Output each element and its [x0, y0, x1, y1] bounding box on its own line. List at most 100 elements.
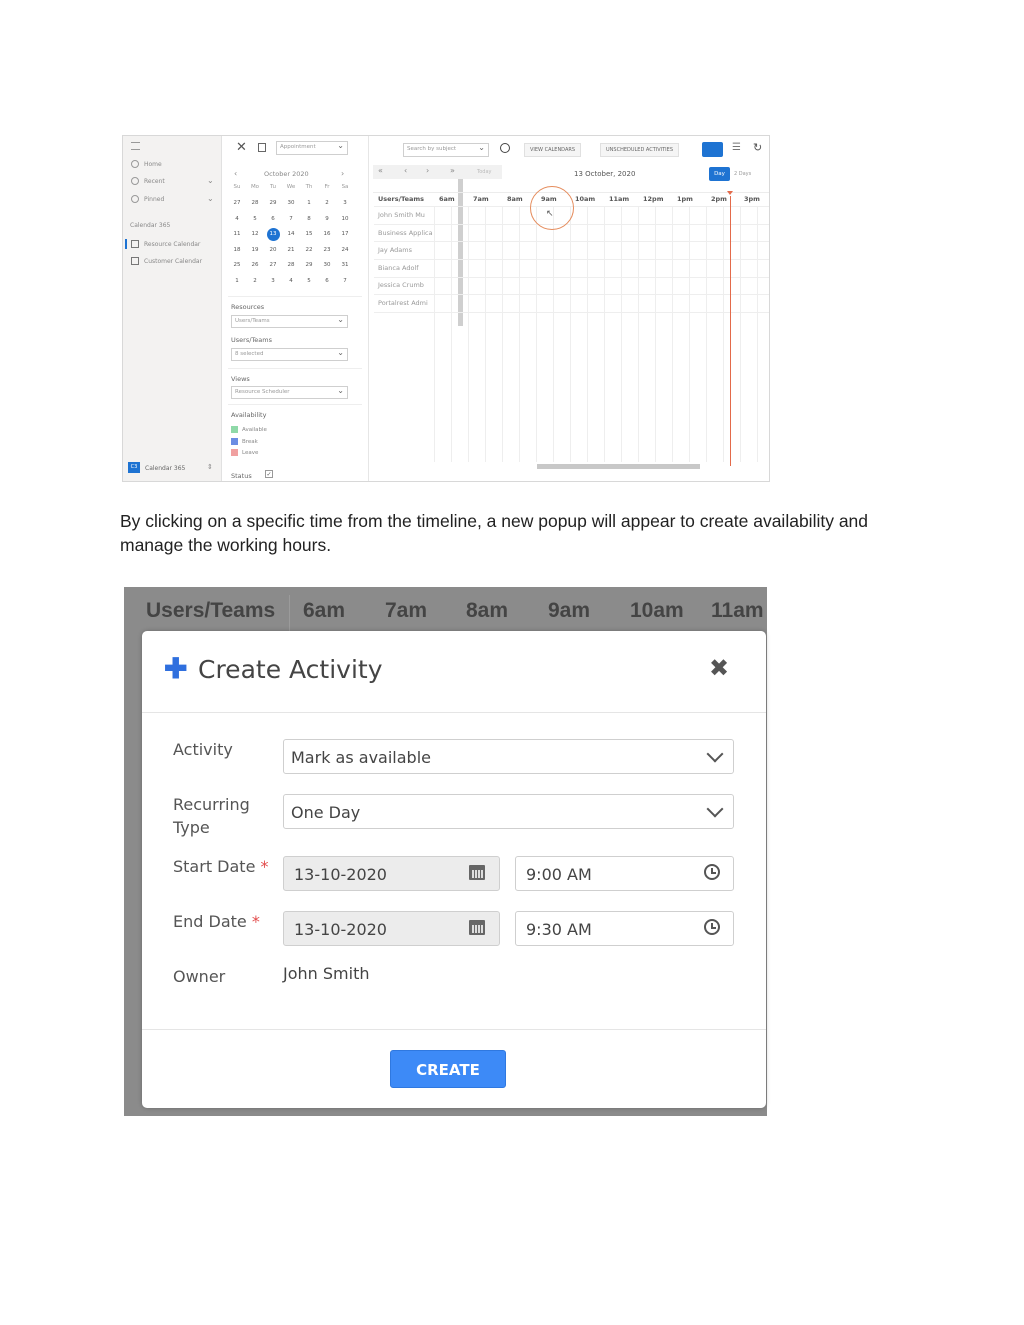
search-input[interactable]: Search by subject: [403, 143, 489, 157]
close-icon[interactable]: ✖: [709, 656, 729, 682]
prev-month-icon[interactable]: ‹: [234, 169, 237, 178]
clock-icon[interactable]: [704, 919, 720, 935]
chevron-down-icon: [706, 745, 724, 763]
start-date-input[interactable]: 13-10-2020: [283, 856, 500, 891]
status-checkbox[interactable]: ✓: [265, 470, 273, 478]
calendar-day[interactable]: 16: [318, 231, 336, 237]
grid-column-line: [434, 206, 435, 462]
search-icon[interactable]: [500, 143, 510, 153]
resources-select[interactable]: Users/Teams: [231, 315, 348, 328]
activity-select[interactable]: Mark as available: [283, 739, 734, 774]
view-calendars-button[interactable]: VIEW CALENDARS: [524, 143, 582, 157]
entity-select[interactable]: Appointment: [276, 141, 348, 155]
weekday-header: Mo: [250, 184, 260, 190]
nav-item-pinned[interactable]: Pinned: [131, 195, 164, 203]
next-icon[interactable]: ›: [426, 166, 429, 175]
views-select[interactable]: Resource Scheduler: [231, 386, 348, 399]
refresh-icon[interactable]: ↻: [753, 141, 762, 154]
end-time-input[interactable]: 9:30 AM: [515, 911, 734, 946]
calendar-day[interactable]: 28: [246, 200, 264, 206]
create-button[interactable]: CREATE: [390, 1050, 506, 1088]
calendar-day[interactable]: 22: [300, 247, 318, 253]
calendar-day[interactable]: 12: [246, 231, 264, 237]
calendar-day[interactable]: 5: [300, 278, 318, 284]
users-teams-select[interactable]: 8 selected: [231, 348, 348, 361]
calendar-day[interactable]: 2: [318, 200, 336, 206]
today-button[interactable]: Today: [477, 169, 491, 175]
calendar-day[interactable]: 18: [228, 247, 246, 253]
calendar-day[interactable]: 26: [246, 262, 264, 268]
nav-item-recent[interactable]: Recent: [131, 177, 165, 185]
grid-view-icon[interactable]: [702, 142, 723, 157]
calendar-day[interactable]: 1: [300, 200, 318, 206]
weekday-header: Th: [305, 184, 313, 190]
clock-icon[interactable]: [704, 864, 720, 880]
weekday-header: Sa: [341, 184, 349, 190]
calendar-day[interactable]: 27: [264, 262, 282, 268]
calendar-day[interactable]: 4: [282, 278, 300, 284]
calendar-day[interactable]: 7: [282, 216, 300, 222]
list-view-icon[interactable]: ☰: [729, 142, 744, 157]
calendar-day[interactable]: 25: [228, 262, 246, 268]
nav-item-customer-calendar[interactable]: Customer Calendar: [131, 257, 202, 265]
nav-item-resource-calendar[interactable]: Resource Calendar: [131, 240, 200, 248]
calendar-day[interactable]: 8: [300, 216, 318, 222]
calendar-day[interactable]: 14: [282, 231, 300, 237]
calendar-day[interactable]: 31: [336, 262, 354, 268]
calendar-day[interactable]: 1: [228, 278, 246, 284]
end-date-input[interactable]: 13-10-2020: [283, 911, 500, 946]
home-icon: [131, 160, 139, 168]
calendar-day[interactable]: 19: [246, 247, 264, 253]
calendar-day[interactable]: 27: [228, 200, 246, 206]
start-time-input[interactable]: 9:00 AM: [515, 856, 734, 891]
calendar-day[interactable]: 3: [264, 278, 282, 284]
calendar-day[interactable]: 17: [336, 231, 354, 237]
calendar-icon[interactable]: [469, 865, 485, 880]
calendar-day[interactable]: 11: [228, 231, 246, 237]
swap-icon[interactable]: ⇕: [207, 463, 213, 471]
calendar-day[interactable]: 10: [336, 216, 354, 222]
calendar-day[interactable]: 3: [336, 200, 354, 206]
calendar-day[interactable]: 29: [300, 262, 318, 268]
grid-column-line: [706, 206, 707, 462]
calendar-day[interactable]: 20: [264, 247, 282, 253]
nav-item-home[interactable]: Home: [131, 160, 162, 168]
calendar-day[interactable]: 2: [246, 278, 264, 284]
calendar-day[interactable]: 15: [300, 231, 318, 237]
calendar-day[interactable]: 6: [318, 278, 336, 284]
recurring-type-select[interactable]: One Day: [283, 794, 734, 829]
calendar-day[interactable]: 30: [318, 262, 336, 268]
hamburger-icon[interactable]: [131, 142, 140, 150]
calendar-day[interactable]: 24: [336, 247, 354, 253]
pin-icon: [131, 195, 139, 203]
unscheduled-activities-button[interactable]: UNSCHEDULED ACTIVITIES: [600, 143, 679, 157]
grid-row-line: [374, 241, 769, 242]
calendar-day[interactable]: 30: [282, 200, 300, 206]
two-days-button[interactable]: 2 Days: [734, 171, 751, 177]
day-view-button[interactable]: Day: [709, 167, 730, 181]
recurring-type-label-line2: Type: [173, 818, 210, 837]
calendar-day[interactable]: 6: [264, 216, 282, 222]
chevron-down-icon[interactable]: ⌄: [207, 176, 214, 185]
first-icon[interactable]: «: [378, 166, 383, 175]
calendar-day[interactable]: 9: [318, 216, 336, 222]
weekday-header: We: [286, 184, 296, 190]
status-label: Status: [231, 472, 252, 480]
calendar-day[interactable]: 21: [282, 247, 300, 253]
calendar-day[interactable]: 7: [336, 278, 354, 284]
prev-icon[interactable]: ‹: [404, 166, 407, 175]
calendar-day[interactable]: 23: [318, 247, 336, 253]
next-month-icon[interactable]: ›: [341, 169, 344, 178]
app-switcher-label[interactable]: Calendar 365: [145, 465, 185, 472]
calendar-icon[interactable]: [469, 920, 485, 935]
last-icon[interactable]: »: [450, 166, 455, 175]
calendar-day[interactable]: 5: [246, 216, 264, 222]
calendar-day-selected[interactable]: 13: [264, 231, 282, 237]
horizontal-scrollbar[interactable]: [537, 464, 700, 469]
close-icon[interactable]: ✕: [236, 140, 247, 155]
calendar-day[interactable]: 29: [264, 200, 282, 206]
calendar-day[interactable]: 4: [228, 216, 246, 222]
calendar-day[interactable]: 28: [282, 262, 300, 268]
chevron-down-icon[interactable]: ⌄: [207, 194, 214, 203]
save-icon[interactable]: [258, 143, 266, 152]
